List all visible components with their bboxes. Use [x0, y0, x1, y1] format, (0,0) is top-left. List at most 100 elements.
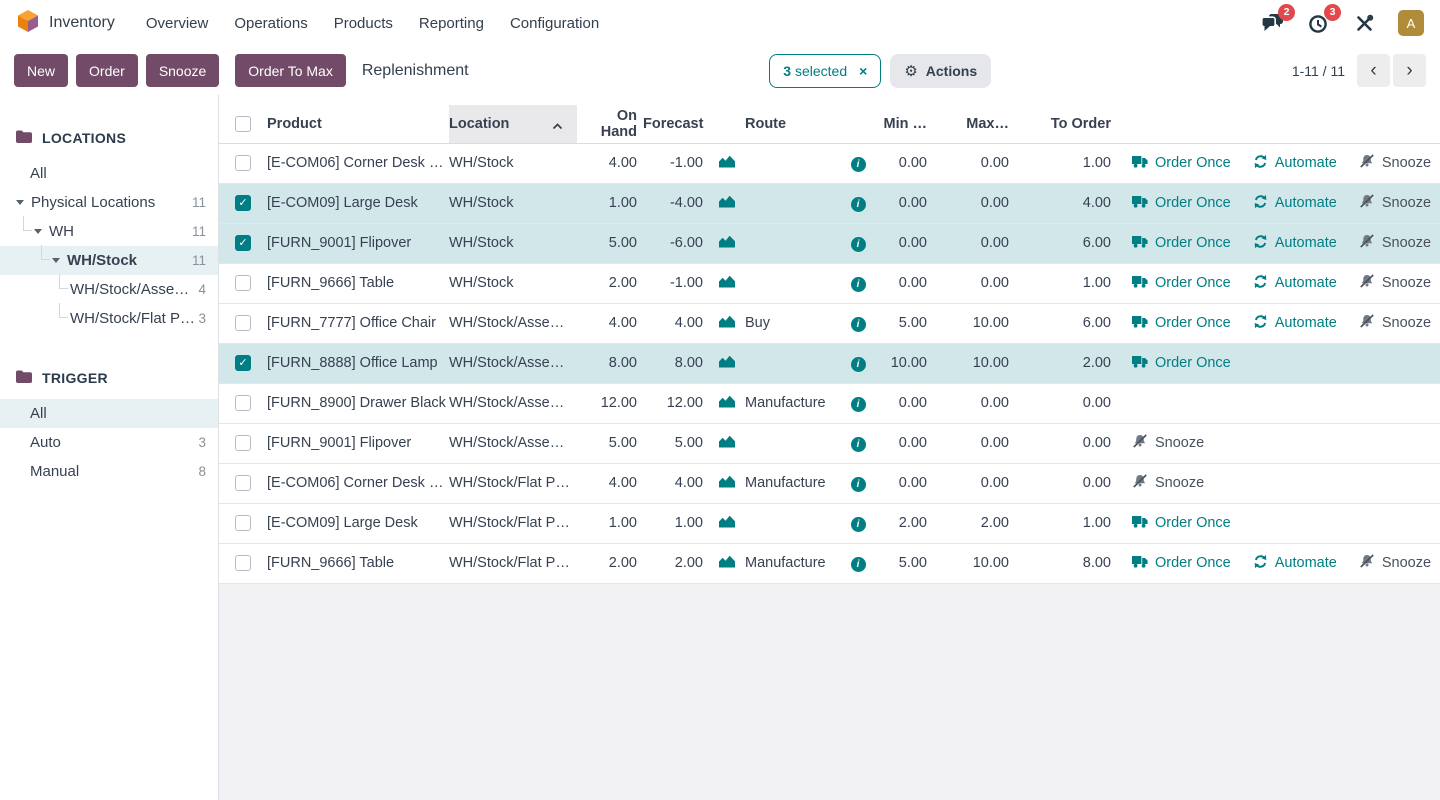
to-order-cell[interactable]: 1.00	[1015, 143, 1117, 183]
forecast-cell[interactable]: 1.00	[643, 503, 709, 543]
column-header-route[interactable]: Route	[745, 105, 843, 143]
clear-selection-icon[interactable]: ×	[859, 63, 867, 79]
route-cell[interactable]	[745, 223, 843, 263]
max-qty-cell[interactable]: 10.00	[933, 303, 1015, 343]
product-cell[interactable]: [FURN_9001] Flipover	[267, 223, 449, 263]
order-once-button[interactable]: Order Once	[1132, 195, 1231, 212]
info-icon[interactable]: i	[851, 277, 866, 292]
max-qty-cell[interactable]: 0.00	[933, 383, 1015, 423]
info-icon[interactable]: i	[851, 557, 866, 572]
row-checkbox[interactable]	[235, 235, 251, 251]
row-checkbox[interactable]	[235, 475, 251, 491]
on-hand-cell[interactable]: 1.00	[577, 503, 643, 543]
row-checkbox[interactable]	[235, 155, 251, 171]
product-cell[interactable]: [E-COM06] Corner Desk …	[267, 143, 449, 183]
order-once-button[interactable]: Order Once	[1132, 555, 1231, 572]
location-cell[interactable]: WH/Stock/Asse…	[449, 423, 577, 463]
on-hand-cell[interactable]: 8.00	[577, 343, 643, 383]
actions-button[interactable]: ⚙ Actions	[890, 54, 991, 88]
forecast-cell[interactable]: -1.00	[643, 143, 709, 183]
info-icon[interactable]: i	[851, 437, 866, 452]
caret-down-icon[interactable]	[16, 200, 24, 205]
order-once-button[interactable]: Order Once	[1132, 315, 1231, 332]
row-checkbox[interactable]	[235, 195, 251, 211]
location-cell[interactable]: WH/Stock/Flat P…	[449, 543, 577, 583]
column-header-max[interactable]: Max…	[933, 105, 1015, 143]
min-qty-cell[interactable]: 5.00	[873, 303, 933, 343]
select-all-checkbox[interactable]	[235, 116, 251, 132]
route-cell[interactable]	[745, 183, 843, 223]
to-order-cell[interactable]: 4.00	[1015, 183, 1117, 223]
row-checkbox[interactable]	[235, 315, 251, 331]
to-order-cell[interactable]: 1.00	[1015, 503, 1117, 543]
order-once-button[interactable]: Order Once	[1132, 515, 1231, 532]
row-checkbox[interactable]	[235, 515, 251, 531]
route-cell[interactable]	[745, 343, 843, 383]
info-icon[interactable]: i	[851, 237, 866, 252]
tools-icon[interactable]	[1352, 11, 1376, 35]
on-hand-cell[interactable]: 5.00	[577, 423, 643, 463]
product-cell[interactable]: [FURN_9666] Table	[267, 263, 449, 303]
to-order-cell[interactable]: 0.00	[1015, 383, 1117, 423]
product-cell[interactable]: [FURN_8888] Office Lamp	[267, 343, 449, 383]
app-brand[interactable]: Inventory	[16, 9, 115, 38]
snooze-button[interactable]: Snooze	[146, 54, 219, 87]
activities-clock-icon[interactable]: 3	[1306, 11, 1330, 35]
automate-button[interactable]: Automate	[1253, 314, 1337, 333]
sidebar-filter-item[interactable]: Manual 8	[0, 457, 218, 486]
sidebar-filter-item[interactable]: Physical Locations 11	[0, 188, 218, 217]
location-cell[interactable]: WH/Stock/Flat P…	[449, 503, 577, 543]
max-qty-cell[interactable]: 10.00	[933, 543, 1015, 583]
on-hand-cell[interactable]: 2.00	[577, 543, 643, 583]
route-cell[interactable]: Buy	[745, 303, 843, 343]
min-qty-cell[interactable]: 0.00	[873, 423, 933, 463]
location-cell[interactable]: WH/Stock/Asse…	[449, 343, 577, 383]
min-qty-cell[interactable]: 10.00	[873, 343, 933, 383]
sidebar-filter-item[interactable]: All	[0, 399, 218, 428]
forecast-chart-icon[interactable]	[719, 475, 735, 488]
forecast-cell[interactable]: 5.00	[643, 423, 709, 463]
to-order-cell[interactable]: 1.00	[1015, 263, 1117, 303]
menu-overview[interactable]: Overview	[133, 9, 222, 38]
to-order-cell[interactable]: 8.00	[1015, 543, 1117, 583]
forecast-cell[interactable]: 4.00	[643, 303, 709, 343]
sidebar-filter-item[interactable]: Auto 3	[0, 428, 218, 457]
product-cell[interactable]: [E-COM09] Large Desk	[267, 183, 449, 223]
product-cell[interactable]: [FURN_7777] Office Chair	[267, 303, 449, 343]
caret-down-icon[interactable]	[52, 258, 60, 263]
max-qty-cell[interactable]: 2.00	[933, 503, 1015, 543]
min-qty-cell[interactable]: 0.00	[873, 223, 933, 263]
location-cell[interactable]: WH/Stock	[449, 223, 577, 263]
forecast-cell[interactable]: 12.00	[643, 383, 709, 423]
order-to-max-button[interactable]: Order To Max	[235, 54, 346, 87]
column-header-on-hand[interactable]: On Hand	[577, 105, 643, 143]
column-header-location[interactable]: Location	[449, 105, 577, 143]
route-cell[interactable]: Manufacture	[745, 383, 843, 423]
route-cell[interactable]	[745, 263, 843, 303]
column-header-product[interactable]: Product	[267, 105, 449, 143]
automate-button[interactable]: Automate	[1253, 274, 1337, 293]
snooze-bell-button[interactable]: Snooze	[1359, 234, 1431, 252]
to-order-cell[interactable]: 2.00	[1015, 343, 1117, 383]
max-qty-cell[interactable]: 0.00	[933, 263, 1015, 303]
order-once-button[interactable]: Order Once	[1132, 235, 1231, 252]
automate-button[interactable]: Automate	[1253, 194, 1337, 213]
column-header-to-order[interactable]: To Order	[1015, 105, 1117, 143]
row-checkbox[interactable]	[235, 435, 251, 451]
automate-button[interactable]: Automate	[1253, 554, 1337, 573]
info-icon[interactable]: i	[851, 197, 866, 212]
sidebar-filter-item[interactable]: WH/Stock/Flat P… 3	[0, 304, 218, 333]
forecast-chart-icon[interactable]	[719, 515, 735, 528]
menu-configuration[interactable]: Configuration	[497, 9, 612, 38]
order-button[interactable]: Order	[76, 54, 138, 87]
on-hand-cell[interactable]: 4.00	[577, 303, 643, 343]
snooze-bell-button[interactable]: Snooze	[1359, 274, 1431, 292]
snooze-bell-button[interactable]: Snooze	[1359, 554, 1431, 572]
forecast-cell[interactable]: -6.00	[643, 223, 709, 263]
messages-icon[interactable]: 2	[1260, 11, 1284, 35]
order-once-button[interactable]: Order Once	[1132, 275, 1231, 292]
info-icon[interactable]: i	[851, 157, 866, 172]
row-checkbox[interactable]	[235, 355, 251, 371]
snooze-bell-button[interactable]: Snooze	[1132, 474, 1204, 492]
max-qty-cell[interactable]: 10.00	[933, 343, 1015, 383]
